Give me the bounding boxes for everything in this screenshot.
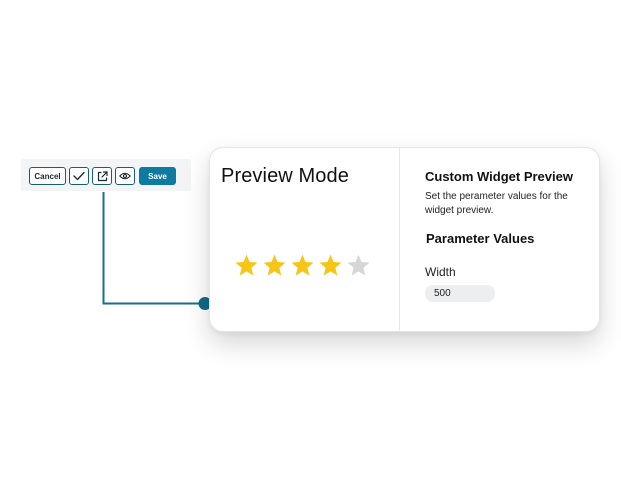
action-toolbar: Cancel Save	[21, 159, 191, 191]
widget-preview-description: Set the perameter values for the widget …	[425, 191, 568, 216]
widget-preview-card: Preview Mode Custom Widget Preview Set t…	[209, 147, 600, 332]
star-rating	[234, 253, 371, 278]
star-filled-icon[interactable]	[262, 253, 287, 278]
external-link-icon	[97, 170, 108, 181]
width-label: Width	[425, 265, 456, 279]
open-external-button[interactable]	[92, 167, 112, 185]
eye-icon	[119, 172, 131, 180]
check-icon	[73, 171, 85, 181]
width-input[interactable]	[425, 285, 495, 302]
parameter-values-heading: Parameter Values	[426, 231, 535, 246]
star-filled-icon[interactable]	[234, 253, 259, 278]
confirm-button[interactable]	[69, 167, 89, 185]
save-button[interactable]: Save	[139, 167, 176, 185]
star-filled-icon[interactable]	[318, 253, 343, 278]
star-empty-icon[interactable]	[346, 253, 371, 278]
preview-mode-title: Preview Mode	[221, 165, 349, 187]
cancel-button[interactable]: Cancel	[29, 167, 66, 185]
preview-button[interactable]	[115, 167, 135, 185]
widget-preview-title: Custom Widget Preview	[425, 169, 573, 184]
stage: Cancel Save Preview Mode Custom Widget P…	[0, 0, 621, 479]
card-divider	[399, 148, 400, 331]
star-filled-icon[interactable]	[290, 253, 315, 278]
